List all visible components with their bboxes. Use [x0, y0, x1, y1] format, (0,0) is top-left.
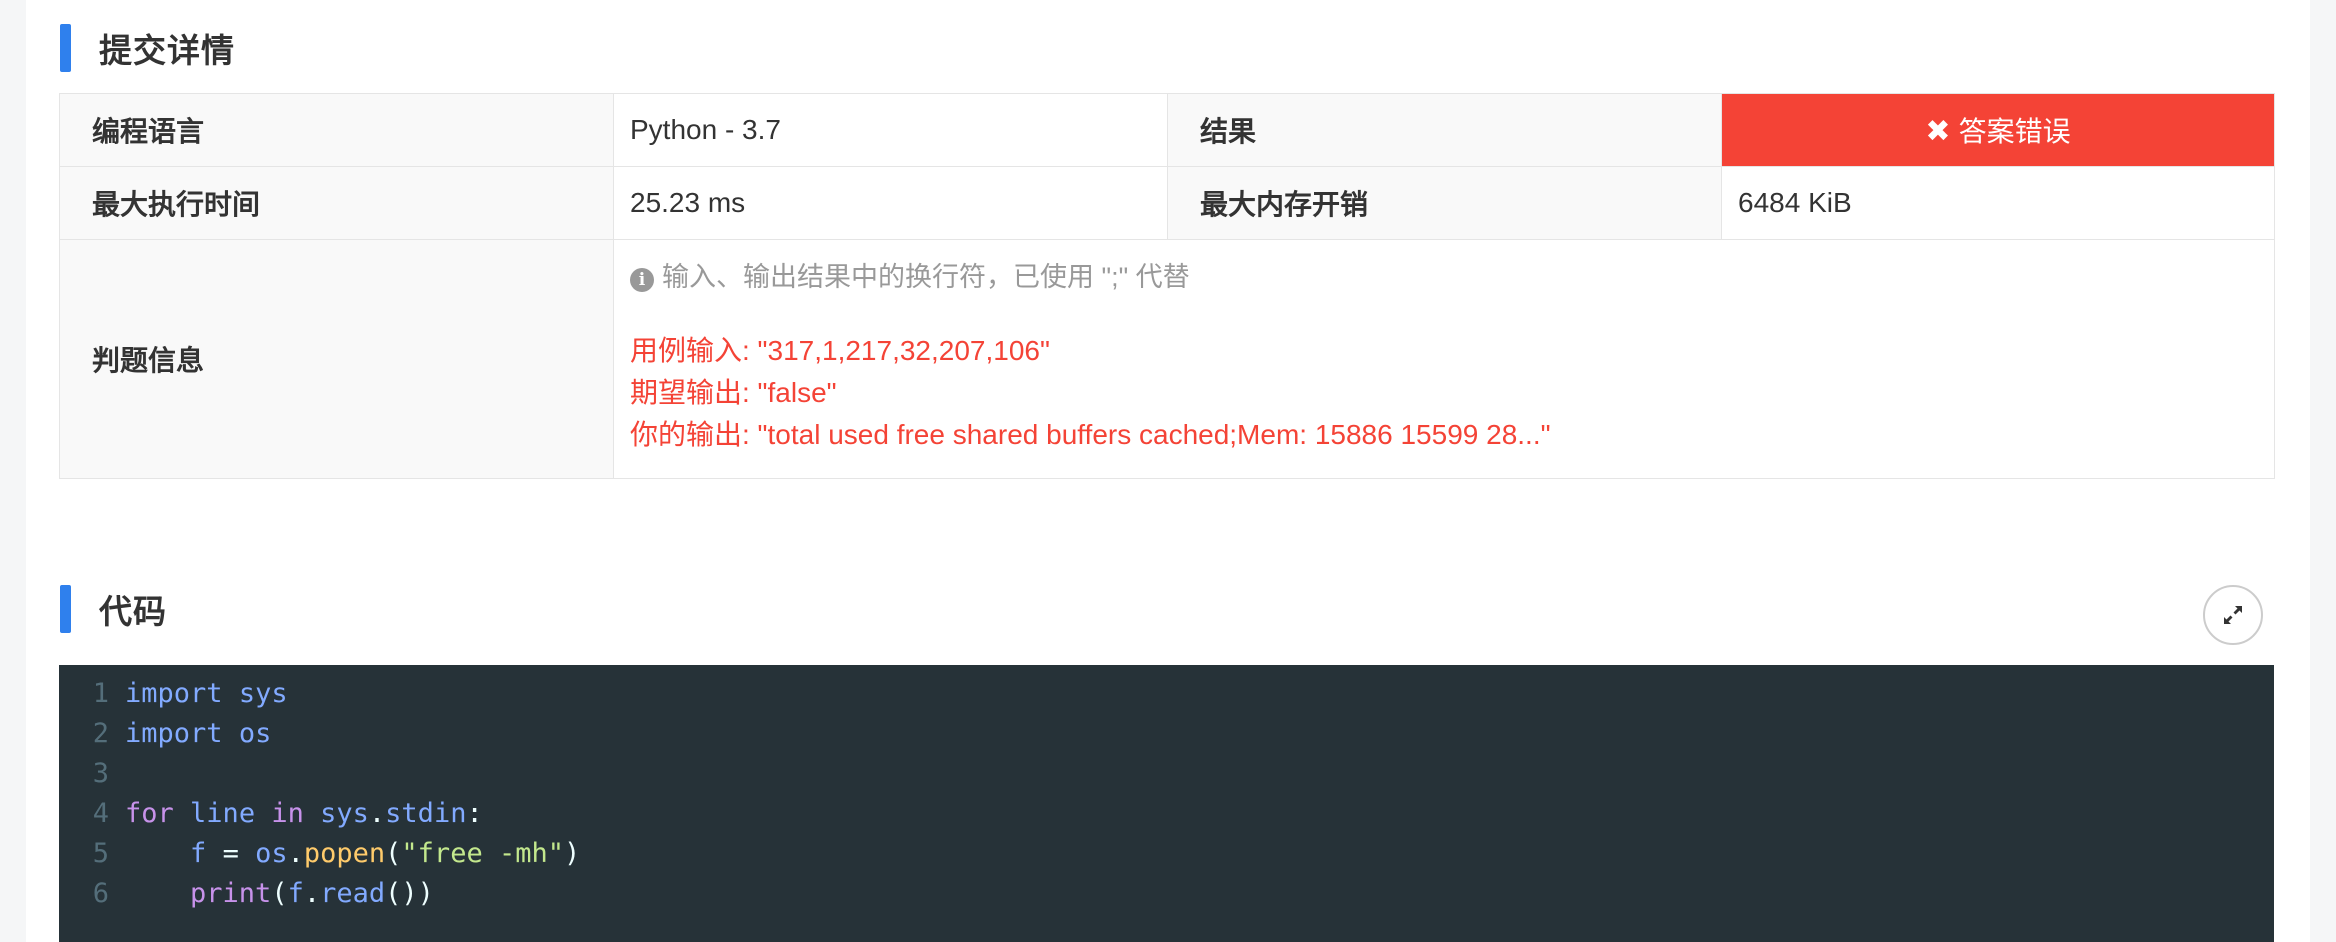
submission-details-title: 提交详情	[99, 32, 235, 69]
code-line: 2 import os	[92, 718, 272, 749]
section-accent-bar	[60, 585, 71, 633]
expected-output: 期望输出: "false"	[630, 376, 837, 408]
table-row: 最大执行时间 25.23 ms 最大内存开销 6484 KiB	[59, 166, 2275, 240]
language-value: Python - 3.7	[613, 93, 1168, 167]
times-icon: ✖	[1925, 115, 1951, 148]
code-line: 4 for line in sys.stdin:	[92, 798, 483, 829]
result-label: 结果	[1167, 93, 1722, 167]
case-input: 用例输入: "317,1,217,32,207,106"	[630, 334, 1050, 366]
your-output: 你的输出: "total used free shared buffers ca…	[630, 418, 1551, 450]
memory-label: 最大内存开销	[1167, 166, 1722, 240]
judge-info: i 输入、输出结果中的换行符，已使用 ";" 代替 用例输入: "317,1,21…	[613, 239, 2275, 479]
info-icon: i	[630, 267, 654, 292]
code-title: 代码	[99, 593, 167, 630]
expand-code-button[interactable]	[2203, 585, 2263, 645]
code-line: 3	[92, 758, 109, 789]
section-accent-bar	[60, 24, 71, 72]
judge-note-text: 输入、输出结果中的换行符，已使用 ";" 代替	[662, 261, 1190, 292]
code-line: 5 f = os.popen("free -mh")	[92, 838, 581, 869]
result-badge: ✖ 答案错误	[1721, 93, 2275, 167]
expand-icon	[2224, 606, 2242, 624]
judge-label: 判题信息	[59, 239, 614, 479]
time-value: 25.23 ms	[613, 166, 1168, 240]
judge-note: i 输入、输出结果中的换行符，已使用 ";" 代替	[630, 255, 2258, 294]
submission-info-table: 编程语言 Python - 3.7 结果 ✖ 答案错误 最大执行时间 25.23 …	[59, 93, 2275, 479]
code-editor[interactable]: 1 import sys 2 import os 3 4 for line in sy…	[59, 665, 2274, 942]
code-line: 1 import sys	[92, 678, 288, 709]
table-row: 编程语言 Python - 3.7 结果 ✖ 答案错误	[59, 93, 2275, 167]
result-value: 答案错误	[1958, 116, 2071, 147]
submission-details-header: 提交详情	[60, 24, 235, 72]
code-line: 6 print(f.read())	[92, 878, 434, 909]
language-label: 编程语言	[59, 93, 614, 167]
memory-value: 6484 KiB	[1721, 166, 2275, 240]
table-row: 判题信息 i 输入、输出结果中的换行符，已使用 ";" 代替 用例输入: "317…	[59, 239, 2275, 479]
judge-details: 用例输入: "317,1,217,32,207,106" 期望输出: "fals…	[630, 330, 2258, 456]
time-label: 最大执行时间	[59, 166, 614, 240]
code-header: 代码	[60, 585, 167, 633]
